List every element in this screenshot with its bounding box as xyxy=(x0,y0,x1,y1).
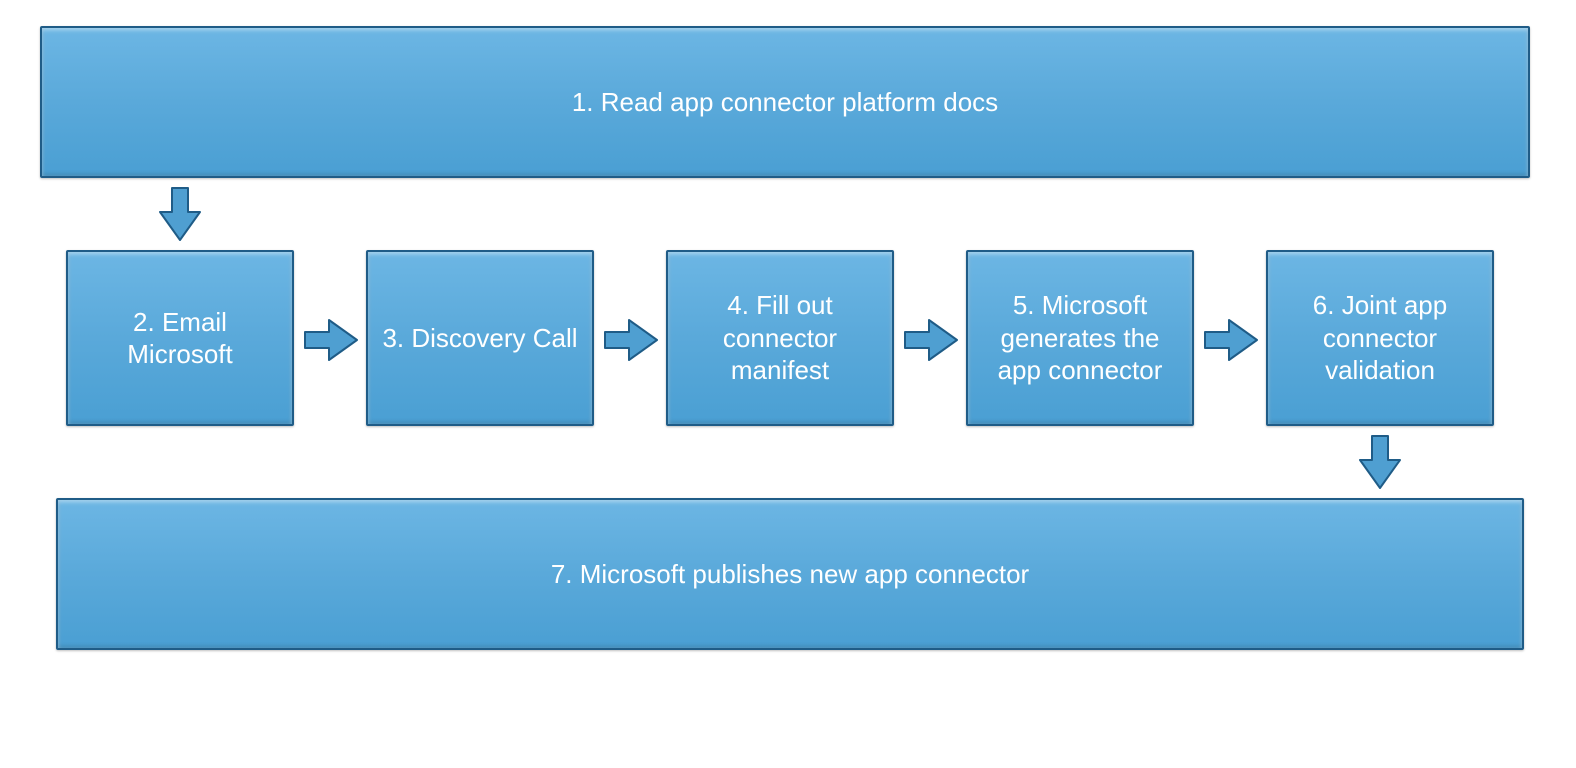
box-step-6-label: 6. Joint app connector validation xyxy=(1282,289,1478,387)
box-step-4-label: 4. Fill out connector manifest xyxy=(682,289,878,387)
arrow-step2-to-step3 xyxy=(303,318,359,362)
arrow-step1-to-step2 xyxy=(158,186,202,242)
box-step-5-label: 5. Microsoft generates the app connector xyxy=(982,289,1178,387)
box-step-7-label: 7. Microsoft publishes new app connector xyxy=(551,558,1029,591)
box-step-6: 6. Joint app connector validation xyxy=(1266,250,1494,426)
arrow-step3-to-step4 xyxy=(603,318,659,362)
box-step-3-label: 3. Discovery Call xyxy=(382,322,577,355)
arrow-step4-to-step5 xyxy=(903,318,959,362)
box-step-5: 5. Microsoft generates the app connector xyxy=(966,250,1194,426)
box-step-3: 3. Discovery Call xyxy=(366,250,594,426)
flowchart-canvas: 1. Read app connector platform docs 2. E… xyxy=(0,0,1576,768)
box-step-4: 4. Fill out connector manifest xyxy=(666,250,894,426)
box-step-7: 7. Microsoft publishes new app connector xyxy=(56,498,1524,650)
box-step-1-label: 1. Read app connector platform docs xyxy=(572,86,998,119)
arrow-step5-to-step6 xyxy=(1203,318,1259,362)
box-step-1: 1. Read app connector platform docs xyxy=(40,26,1530,178)
box-step-2: 2. Email Microsoft xyxy=(66,250,294,426)
box-step-2-label: 2. Email Microsoft xyxy=(82,306,278,371)
arrow-step6-to-step7 xyxy=(1358,434,1402,490)
